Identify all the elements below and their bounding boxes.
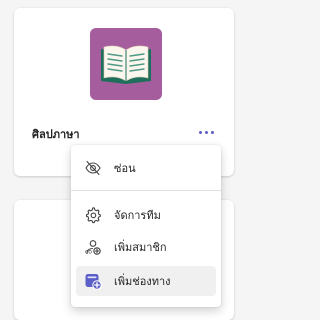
menu-item-add-member[interactable]: co เพิ่มสมาชิก <box>76 232 216 262</box>
add-person-icon: co <box>84 238 102 256</box>
menu-item-hide[interactable]: ซ่อน <box>76 153 216 183</box>
team-name: ศิลปภาษา <box>32 128 80 141</box>
more-options-dot <box>210 130 214 134</box>
more-options-icon <box>198 130 202 134</box>
more-options-dot <box>204 130 208 134</box>
menu-item-label: ซ่อน <box>114 162 136 175</box>
menu-item-label: เพิ่มช่องทาง <box>114 275 171 288</box>
menu-item-add-channel[interactable]: เพิ่มช่องทาง <box>76 266 216 296</box>
svg-text:co: co <box>85 249 92 256</box>
book-icon <box>101 45 151 84</box>
menu-divider <box>71 190 221 191</box>
team-options-menu: ซ่อน จัดการทีม co เพิ่มสมาชิก เพิ่มช่องท… <box>71 145 221 307</box>
eye-off-icon <box>84 159 102 177</box>
menu-item-manage-team[interactable]: จัดการทีม <box>76 200 216 230</box>
gear-icon <box>84 206 102 224</box>
menu-item-label: จัดการทีม <box>114 209 161 222</box>
more-options-button[interactable] <box>194 123 218 141</box>
add-channel-icon <box>84 272 102 290</box>
menu-item-label: เพิ่มสมาชิก <box>114 241 167 254</box>
team-avatar <box>90 28 162 100</box>
